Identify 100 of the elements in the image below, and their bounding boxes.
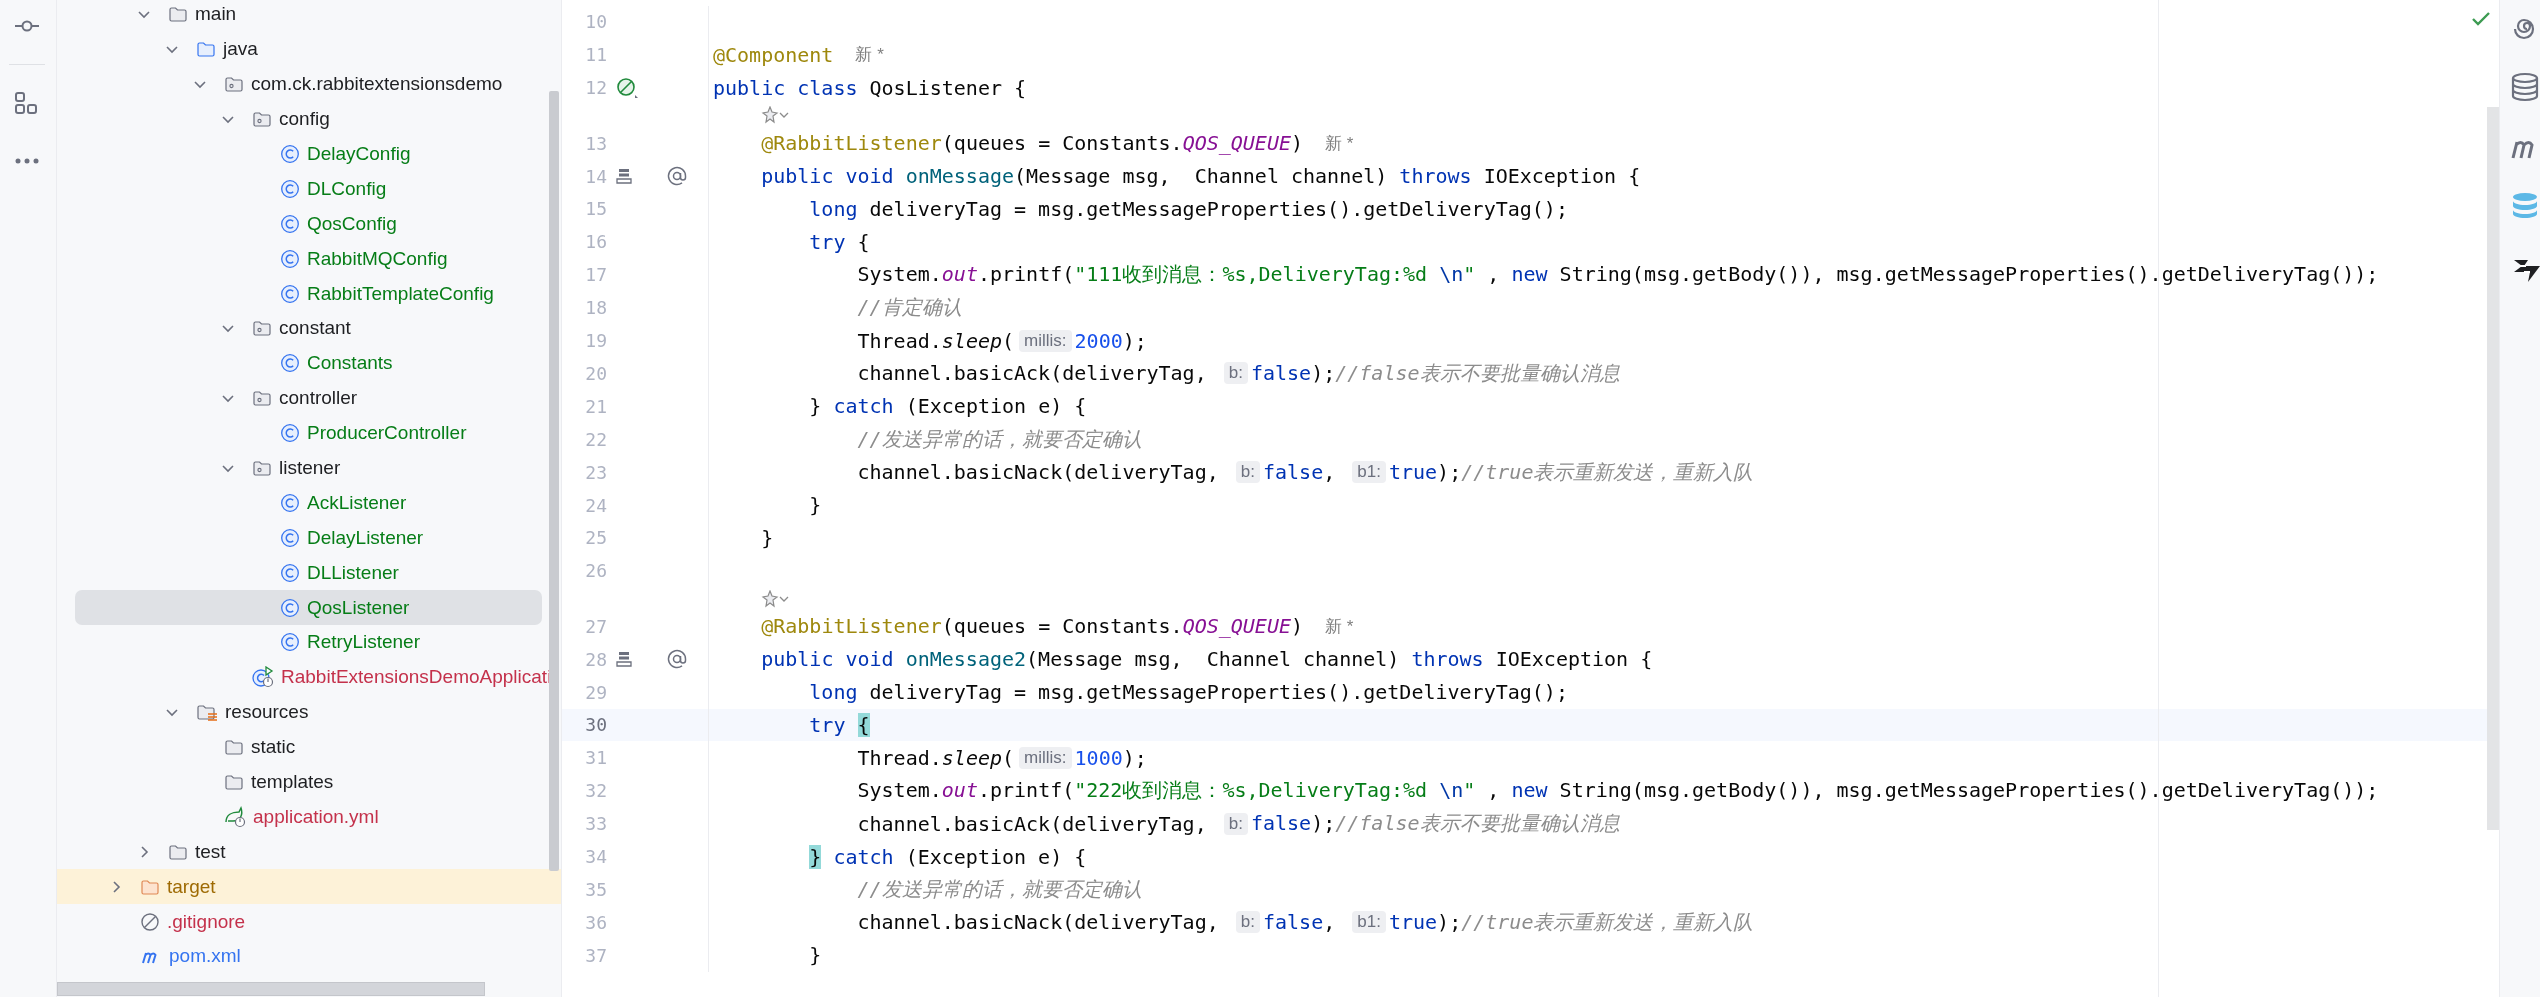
package-icon (224, 74, 244, 95)
author-hint[interactable]: 新 * (855, 43, 884, 67)
tree-item-label[interactable]: config (279, 108, 330, 131)
tree-row-highlight[interactable]: target (57, 869, 561, 905)
code-text: 2000); (1074, 328, 1147, 353)
tree-item-label[interactable]: target (167, 875, 216, 898)
line-number: 36 (584, 911, 607, 933)
sparkle-icon[interactable] (761, 589, 780, 608)
tree-item-label[interactable]: controller (279, 387, 358, 410)
line-number: 21 (584, 395, 607, 417)
line-number: 18 (584, 297, 607, 319)
selected-row[interactable]: QosListener (75, 590, 542, 626)
class-icon (280, 423, 300, 444)
tree-item-label[interactable]: DLListener (307, 561, 399, 584)
tree-item-label[interactable]: RabbitTemplateConfig (307, 282, 494, 305)
tree-item-label[interactable]: java (223, 38, 258, 61)
more-icon[interactable] (14, 157, 40, 165)
tree-item-label[interactable]: QosConfig (307, 212, 397, 235)
line-number: 14 (584, 165, 607, 187)
code-text: //肯定确认 (857, 294, 962, 322)
stack-icon[interactable] (616, 651, 632, 668)
sparkle-icon[interactable] (761, 106, 780, 125)
tree-item-label[interactable]: static (251, 736, 296, 759)
tree-item-label[interactable]: resources (225, 701, 309, 724)
scrollbar-thumb[interactable] (2487, 107, 2499, 830)
tree-item-label[interactable]: Constants (307, 352, 393, 375)
scrollbar-thumb[interactable] (549, 91, 559, 871)
code-text: } (761, 525, 774, 550)
code-text: @RabbitListener(queues = Constants.QOS_QUEUE) (761, 131, 1304, 156)
scrollbar-thumb[interactable] (57, 982, 485, 996)
leaf-icon (224, 805, 246, 828)
class-icon (280, 178, 300, 199)
line-number: 22 (584, 428, 607, 450)
tree-item-label[interactable]: DLConfig (307, 177, 387, 200)
parameter-hint: millis: (1019, 329, 1072, 352)
parameter-hint: b: (1235, 911, 1260, 934)
class-icon (280, 562, 300, 583)
tree-item-label[interactable]: ProducerController (307, 422, 467, 445)
parameter-hint: millis: (1019, 746, 1072, 769)
tree-item-label[interactable]: DelayConfig (307, 143, 411, 165)
code-text: public class QosListener { (713, 75, 1027, 100)
tree-item-label[interactable]: listener (279, 457, 341, 479)
tree-item-label[interactable]: DelayListener (307, 526, 424, 549)
structure-icon[interactable] (14, 91, 38, 115)
tree-item-label[interactable]: pom.xml (169, 945, 241, 968)
code-text: try { (809, 229, 870, 254)
package-icon (252, 458, 272, 478)
code-text: System.out.printf("111收到消息：%s,DeliveryTag:%d \n" , new String(msg.getBody()), msg.getMessageProperties().getDeliveryTag()); (857, 261, 2379, 289)
tree-item-label[interactable]: QosListener (307, 596, 410, 619)
class-icon (280, 248, 300, 269)
package-icon (252, 318, 272, 339)
code-text: } catch (Exception e) { (809, 394, 1087, 419)
circle-slash-icon (140, 911, 160, 932)
tree-item-label[interactable]: application.yml (253, 805, 379, 828)
class-icon (280, 527, 300, 548)
parameter-hint: b: (1223, 362, 1248, 385)
tree-item-label[interactable]: main (195, 3, 237, 26)
code-text: } (809, 493, 822, 517)
line-number: 19 (584, 330, 607, 352)
author-hint[interactable]: 新 * (1325, 614, 1354, 638)
tree-item-label[interactable]: AckListener (307, 491, 407, 514)
line-number: 31 (584, 747, 607, 769)
line-number: 13 (584, 132, 607, 154)
parameter-hint: b1: (1352, 911, 1386, 934)
stack-icon[interactable] (616, 168, 632, 185)
at-sign-icon[interactable] (666, 165, 688, 188)
circle-slash-icon[interactable] (616, 76, 638, 99)
database-icon[interactable] (2510, 72, 2540, 102)
parameter-hint: b: (1223, 812, 1248, 835)
tree-item-label[interactable]: RetryListener (307, 631, 420, 654)
line-number: 35 (584, 878, 607, 900)
tree-item-label[interactable]: constant (279, 317, 351, 340)
author-hint[interactable]: 新 * (1325, 131, 1354, 155)
folder-icon (168, 4, 188, 25)
class-icon (280, 353, 300, 374)
caret-icon[interactable] (779, 111, 790, 120)
tree-item-label[interactable]: com.ck.rabbitextensionsdemo (251, 73, 503, 96)
at-sign-icon[interactable] (666, 648, 688, 671)
code-text: false);//false表示不要批量确认消息 (1250, 810, 1620, 838)
code-text: try { (809, 712, 870, 737)
package-icon (252, 388, 272, 409)
tree-item-label[interactable]: .gitignore (167, 910, 246, 933)
code-text: Thread.sleep( (857, 328, 1015, 353)
line-number: 15 (584, 198, 607, 220)
package-icon (252, 109, 272, 130)
class-icon (280, 144, 300, 164)
check-icon[interactable] (2471, 11, 2491, 27)
code-text: long deliveryTag = msg.getMessageProperties().getDeliveryTag(); (809, 680, 1568, 705)
code-text: false);//false表示不要批量确认消息 (1250, 359, 1620, 387)
tree-item-label[interactable]: test (195, 840, 226, 863)
line-number: 29 (584, 681, 607, 703)
code-text: Thread.sleep( (857, 745, 1015, 770)
caret-icon[interactable] (779, 594, 790, 603)
code-text: long deliveryTag = msg.getMessageProperties().getDeliveryTag(); (809, 197, 1568, 221)
line-number: 24 (584, 494, 607, 516)
line-number: 34 (584, 846, 607, 867)
tree-item-label[interactable]: templates (251, 771, 334, 794)
tree-item-label[interactable]: RabbitExtensionsDemoApplicati (281, 666, 552, 689)
line-number: 27 (584, 615, 607, 637)
tree-item-label[interactable]: RabbitMQConfig (307, 247, 448, 270)
